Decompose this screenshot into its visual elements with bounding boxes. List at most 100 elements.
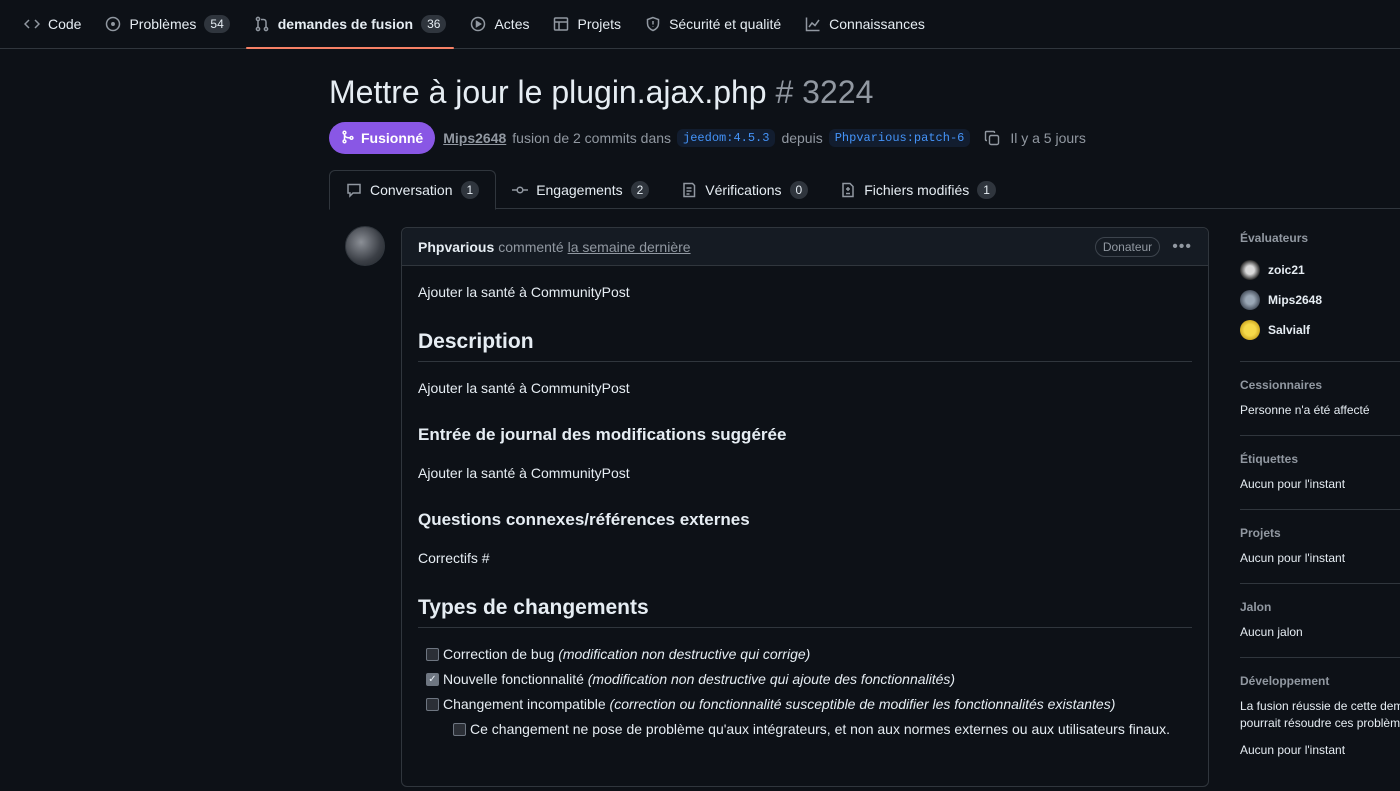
pull-requests-counter: 36: [421, 15, 447, 33]
tab-commits-label: Engagements: [536, 181, 623, 198]
page-title: Mettre à jour le plugin.ajax.php # 3224: [329, 70, 1400, 114]
pr-action-text: fusion de 2 commits dans: [512, 130, 672, 146]
role-badge: Donateur: [1094, 236, 1161, 257]
pr-sidebar: Évaluateurs zoic21 Mips2648 Salvialf Ces…: [1240, 231, 1400, 791]
pull-request-icon: [254, 16, 270, 32]
comment-time[interactable]: la semaine dernière: [568, 239, 691, 255]
pr-header: Mettre à jour le plugin.ajax.php # 3224 …: [329, 70, 1400, 154]
file-diff-icon: [840, 182, 856, 198]
tab-commits[interactable]: Engagements 2: [496, 170, 665, 209]
comment-icon: [346, 182, 362, 198]
nav-insights-label: Connaissances: [829, 16, 925, 32]
nav-security[interactable]: Sécurité et qualité: [637, 0, 789, 48]
nav-issues-label: Problèmes: [129, 16, 197, 32]
checkbox-breaking[interactable]: [426, 698, 439, 711]
tab-checks[interactable]: Vérifications 0: [665, 170, 824, 209]
nav-actions[interactable]: Actes: [462, 0, 537, 48]
tab-conversation-count: 1: [460, 181, 480, 199]
tab-checks-count: 0: [789, 180, 809, 199]
labels-title[interactable]: Étiquettes: [1240, 452, 1400, 466]
comment-header: Phpvarious commenté la semaine dernière …: [402, 228, 1208, 266]
nav-projects-label: Projets: [577, 16, 622, 32]
avatar: [1240, 290, 1260, 310]
check-label: Nouvelle fonctionnalité (modification no…: [443, 671, 956, 687]
assignees-value: Personne n'a été affecté: [1240, 403, 1370, 417]
reviewers-section: Évaluateurs zoic21 Mips2648 Salvialf: [1240, 231, 1400, 362]
comment-verb: commenté: [498, 238, 564, 255]
reviewer-item[interactable]: Mips2648: [1240, 285, 1400, 315]
issue-icon: [105, 16, 121, 32]
changelog-text: Ajouter la santé à CommunityPost: [418, 465, 630, 481]
nav-pull-requests-label: demandes de fusion: [277, 16, 414, 32]
comment-body: Ajouter la santé à CommunityPost Descrip…: [402, 266, 1208, 760]
avatar[interactable]: [345, 226, 385, 266]
development-title[interactable]: Développement: [1240, 674, 1400, 688]
base-branch[interactable]: jeedom:4.5.3: [677, 129, 776, 147]
status-badge: Fusionné: [329, 122, 436, 154]
tab-conversation[interactable]: Conversation 1: [329, 170, 497, 210]
assignees-section: Cessionnaires Personne n'a été affecté: [1240, 378, 1400, 436]
changelog-heading: Entrée de journal des modifications sugg…: [418, 425, 787, 444]
tab-files-changed[interactable]: Fichiers modifiés 1: [824, 170, 1012, 209]
reviewer-item[interactable]: Salvialf: [1240, 315, 1400, 345]
play-icon: [470, 16, 486, 32]
checklist-icon: [681, 182, 697, 198]
projects-value: Aucun pour l'instant: [1240, 551, 1346, 565]
intro-text: Ajouter la santé à CommunityPost: [418, 284, 630, 300]
reviewer-item[interactable]: zoic21: [1240, 255, 1400, 285]
avatar: [1240, 320, 1260, 340]
status-label: Fusionné: [361, 130, 424, 146]
assignees-title[interactable]: Cessionnaires: [1240, 378, 1400, 392]
milestone-value: Aucun jalon: [1240, 625, 1303, 639]
checkbox-feature[interactable]: ✓: [426, 673, 439, 686]
labels-value: Aucun pour l'instant: [1240, 477, 1346, 491]
milestone-section: Jalon Aucun jalon: [1240, 600, 1400, 658]
repo-nav: Code Problèmes 54 demandes de fusion 36 …: [0, 0, 1400, 49]
checkbox-bugfix[interactable]: [426, 648, 439, 661]
checkbox-integrators[interactable]: [453, 723, 466, 736]
nav-actions-label: Actes: [494, 16, 530, 32]
table-icon: [553, 16, 569, 32]
pr-number: # 3224: [775, 74, 874, 110]
types-heading: Types de changements: [418, 593, 1192, 628]
list-item: Correction de bug (modification non dest…: [426, 644, 1192, 665]
pr-tabs: Conversation 1 Engagements 2 Vérificatio…: [329, 170, 1400, 210]
check-label: Changement incompatible (correction ou f…: [443, 696, 1116, 712]
list-item: Ce changement ne pose de problème qu'aux…: [426, 719, 1192, 740]
reviewers-title[interactable]: Évaluateurs: [1240, 231, 1400, 245]
list-item: Changement incompatible (correction ou f…: [426, 694, 1192, 715]
related-heading: Questions connexes/références externes: [418, 510, 750, 529]
head-branch[interactable]: Phpvarious:patch-6: [828, 129, 971, 147]
nav-issues[interactable]: Problèmes 54: [97, 0, 237, 48]
pr-meta: Fusionné Mips2648 fusion de 2 commits da…: [329, 122, 1400, 154]
shield-icon: [645, 16, 661, 32]
tab-checks-label: Vérifications: [705, 181, 782, 198]
commit-icon: [512, 182, 529, 198]
development-value: Aucun pour l'instant: [1240, 743, 1346, 757]
pr-time: Il y a 5 jours: [1010, 130, 1086, 146]
code-icon: [24, 16, 40, 32]
more-options-icon[interactable]: •••: [1172, 238, 1192, 256]
comment-box: Phpvarious commenté la semaine dernière …: [401, 227, 1209, 787]
from-text: depuis: [781, 130, 823, 146]
avatar: [1240, 260, 1260, 280]
projects-title[interactable]: Projets: [1240, 526, 1400, 540]
reviewer-name: Mips2648: [1268, 293, 1323, 307]
merge-icon: [341, 129, 355, 147]
reviewer-name: Salvialf: [1268, 323, 1311, 337]
nav-insights[interactable]: Connaissances: [797, 0, 933, 48]
reviewer-name: zoic21: [1268, 263, 1305, 277]
nav-code-label: Code: [48, 16, 82, 32]
issues-counter: 54: [204, 15, 230, 33]
tab-commits-count: 2: [630, 180, 650, 199]
comment-author[interactable]: Phpvarious: [418, 239, 494, 255]
check-label: Ce changement ne pose de problème qu'aux…: [470, 721, 1170, 737]
copy-icon[interactable]: [984, 130, 1000, 146]
nav-code[interactable]: Code: [16, 0, 89, 48]
milestone-title[interactable]: Jalon: [1240, 600, 1400, 614]
nav-projects[interactable]: Projets: [545, 0, 629, 48]
tab-files-changed-count: 1: [977, 180, 996, 199]
pr-title: Mettre à jour le plugin.ajax.php: [329, 74, 767, 110]
nav-pull-requests[interactable]: demandes de fusion 36: [245, 0, 455, 49]
pr-author-link[interactable]: Mips2648: [443, 130, 506, 146]
